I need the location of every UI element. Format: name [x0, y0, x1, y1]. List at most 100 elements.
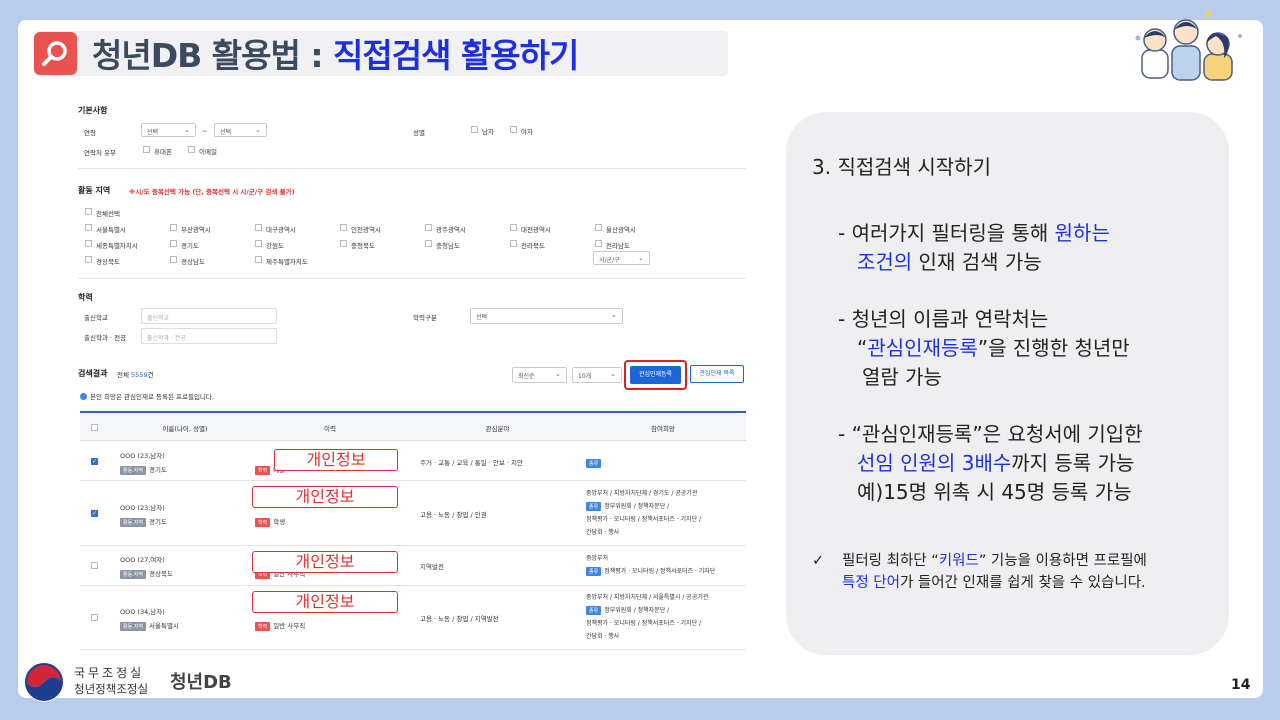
- bullet-1-line-1: - 여러가지 필터링을 통해 원하는: [838, 221, 1110, 245]
- footer-sub: 청년정책조정실: [74, 682, 149, 696]
- results-label: 검색결과: [78, 369, 108, 378]
- school-label: 출신학교: [84, 314, 108, 322]
- row-hope-line: 종류 정책평가 · 모니터링 / 정책서포터즈 · 기자단: [586, 566, 715, 576]
- step-heading: 3. 직접검색 시작하기: [812, 155, 991, 179]
- page-title: 청년DB 활용법 : 직접검색 활용하기: [92, 36, 579, 75]
- row-checkbox[interactable]: [91, 614, 98, 621]
- age-from-select[interactable]: 선택 ⌄: [141, 123, 196, 137]
- table-row[interactable]: OOO (27,여자) 활동 지역 경상북도 학력 일반 사무직 지역발전 중앙부처 종류 정책…: [80, 546, 746, 586]
- bullet-3-line-1: - “관심인재등록”은 요청서에 기입한: [838, 422, 1143, 446]
- interest-list-button[interactable]: 관심인재 목록: [690, 365, 744, 383]
- row-interest: 고용 · 노동 / 창업 / 지역발전: [420, 615, 499, 623]
- row-name: OOO (27,여자): [120, 556, 165, 564]
- column-header: 이름(나이, 성별): [162, 425, 208, 433]
- row-region: 활동 지역 경기도: [120, 516, 167, 527]
- female-checkbox[interactable]: [510, 126, 517, 133]
- region-checkbox[interactable]: [85, 256, 92, 263]
- region-label: 경상북도: [96, 258, 120, 266]
- region-checkbox[interactable]: [510, 240, 517, 247]
- region-checkbox[interactable]: [595, 240, 602, 247]
- region-checkbox[interactable]: [170, 224, 177, 231]
- major-label: 출신학과 · 전공: [84, 334, 127, 342]
- privacy-mask: 개인정보: [252, 486, 398, 508]
- region-checkbox[interactable]: [255, 224, 262, 231]
- region-checkbox[interactable]: [340, 240, 347, 247]
- row-career: 학력 학생: [255, 516, 285, 527]
- row-checkbox[interactable]: [91, 457, 98, 465]
- row-checkbox[interactable]: [91, 509, 98, 517]
- region-label: 인천광역시: [351, 226, 381, 234]
- career-tag: 학력: [255, 622, 271, 631]
- email-checkbox[interactable]: [188, 146, 195, 153]
- region-checkbox[interactable]: [595, 224, 602, 231]
- sort-select[interactable]: 최신순 ⌄: [512, 367, 567, 383]
- region-label: 서울특별시: [96, 226, 126, 234]
- table-row[interactable]: OOO (23,남자) 활동 지역경기도 학력학생 고용 · 노동 / 창업 / 인권…: [80, 481, 746, 546]
- table-row[interactable]: OOO (34,남자) 활동 지역 서울특별시 학력 일반 사무직 고용 · 노동 / 창…: [80, 586, 746, 650]
- region-tag: 활동 지역: [120, 622, 146, 631]
- school-input[interactable]: 출신학교: [141, 308, 277, 324]
- region-checkbox[interactable]: [85, 240, 92, 247]
- column-header: 참여희망: [651, 425, 675, 433]
- edu-section-title: 학력: [78, 293, 93, 302]
- select-all-checkbox[interactable]: [91, 424, 98, 431]
- contact-label: 연락처 유무: [84, 149, 116, 157]
- region-checkbox[interactable]: [255, 240, 262, 247]
- row-career: 학력 일반 사무직: [255, 620, 305, 631]
- region-checkbox[interactable]: [340, 224, 347, 231]
- bullet-2-line-2: “관심인재등록”을 진행한 청년만: [857, 336, 1130, 360]
- table-row[interactable]: OOO (23,남자)활동 지역경기도학력예술 ·주거 · 교통 / 교육 / …: [80, 442, 746, 481]
- region-checkbox[interactable]: [510, 224, 517, 231]
- male-checkbox[interactable]: [471, 126, 478, 133]
- region-label: 충청남도: [436, 242, 460, 250]
- region-label: 세종특별자치시: [96, 242, 138, 250]
- age-to-select[interactable]: 선택 ⌄: [214, 123, 267, 137]
- row-hope-line: 종류 정부위원회 / 정책자문단 /: [586, 605, 669, 615]
- region-checkbox[interactable]: [255, 256, 262, 263]
- hope-tag: 종류: [586, 501, 602, 511]
- row-region: 활동 지역 서울특별시: [120, 620, 179, 631]
- row-region: 활동 지역 경기도: [120, 464, 167, 475]
- major-input[interactable]: 출신학과 · 전공: [141, 328, 277, 344]
- hope-tag: 종류: [586, 458, 602, 468]
- phone-checkbox[interactable]: [143, 146, 150, 153]
- privacy-mask: 개인정보: [252, 591, 398, 613]
- edu-type-select[interactable]: 선택 ⌄: [470, 308, 623, 324]
- region-label: 경기도: [181, 242, 199, 250]
- region-checkbox[interactable]: [425, 224, 432, 231]
- hope-tag: 종류: [586, 567, 602, 576]
- row-name: OOO (23,남자): [120, 451, 165, 460]
- note-line-2: 특정 단어가 들어간 인재를 쉽게 찾을 수 있습니다.: [842, 575, 1146, 591]
- district-select[interactable]: 시/군/구 ⌄: [593, 251, 650, 265]
- row-interest: 주거 · 교통 / 교육 / 통일 · 안보 · 치안: [420, 458, 524, 467]
- check-icon: ✓: [812, 553, 825, 569]
- row-checkbox[interactable]: [91, 562, 98, 569]
- region-checkbox[interactable]: [170, 240, 177, 247]
- register-interest-button[interactable]: 관심인재등록: [630, 366, 681, 384]
- career-tag: 학력: [255, 517, 271, 527]
- mascot-illustration: [1128, 8, 1246, 82]
- page-size-select[interactable]: 10개 ⌄: [572, 367, 622, 383]
- region-all-checkbox[interactable]: [85, 208, 92, 215]
- region-checkbox[interactable]: [85, 224, 92, 231]
- row-interest: 고용 · 노동 / 창업 / 인권: [420, 510, 487, 519]
- region-checkbox[interactable]: [170, 256, 177, 263]
- row-hope-line: 중앙부처: [586, 555, 609, 562]
- region-label: 강원도: [266, 242, 284, 250]
- column-header: 관심분야: [485, 425, 510, 433]
- footer-db-logo: 청년DB: [170, 672, 232, 693]
- region-label: 경상남도: [181, 258, 205, 266]
- search-ui-screenshot: 기본사항 연령 선택 ⌄ ~ 선택 ⌄ 성별 남자 여자 연락처 유무 휴대폰 이메…: [78, 100, 748, 655]
- row-interest: 지역발전: [420, 563, 444, 571]
- results-count: 전체 5559건: [117, 371, 154, 379]
- region-label: 전라북도: [521, 242, 545, 250]
- region-label: 울산광역시: [606, 226, 636, 234]
- region-checkbox[interactable]: [425, 240, 432, 247]
- female-label: 여자: [521, 128, 533, 136]
- region-warning: ※시/도 중복선택 가능 (단, 중복선택 시 시/군/구 검색 불가): [129, 188, 295, 196]
- region-label: 전라남도: [606, 242, 630, 250]
- region-label: 광주광역시: [436, 226, 466, 234]
- row-hope-line: 정책평가 · 모니터링 / 정책서포터즈 · 기자단 /: [586, 620, 702, 627]
- government-emblem-icon: [22, 660, 66, 704]
- age-separator: ~: [202, 127, 208, 135]
